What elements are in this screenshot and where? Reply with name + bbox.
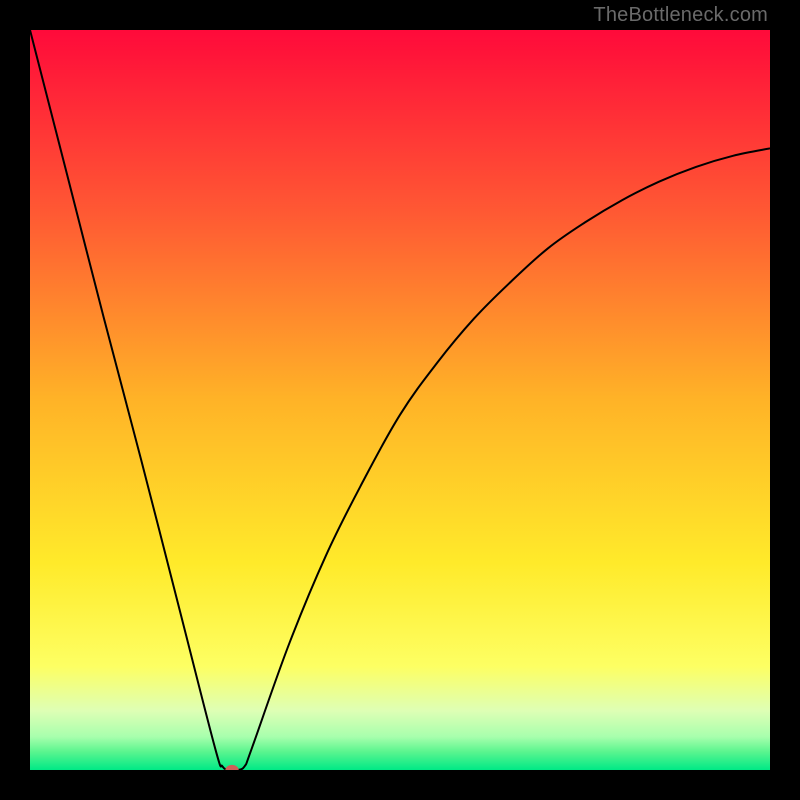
bottleneck-curve bbox=[30, 30, 770, 770]
chart-curve-layer bbox=[30, 30, 770, 770]
chart-frame: TheBottleneck.com bbox=[0, 0, 800, 800]
watermark-text: TheBottleneck.com bbox=[593, 4, 768, 27]
plot-area bbox=[30, 30, 770, 770]
minimum-marker bbox=[225, 765, 238, 770]
